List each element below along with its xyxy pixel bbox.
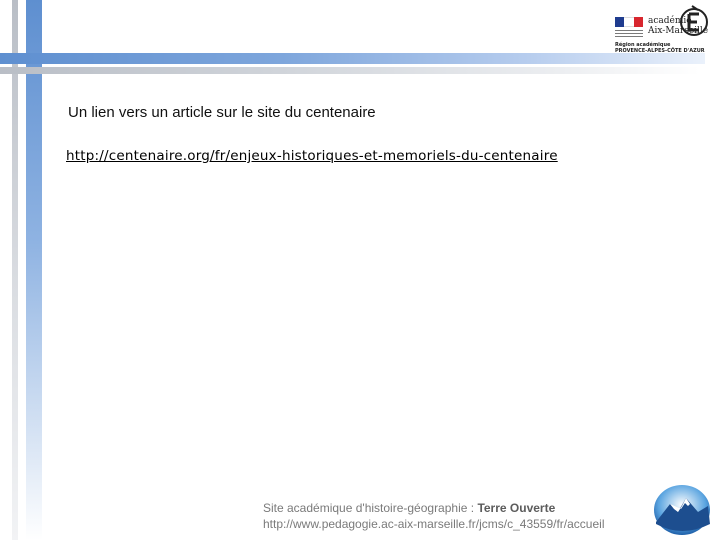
french-flag-icon	[615, 17, 643, 27]
region-name: PROVENCE-ALPES-CÔTE D'AZUR	[615, 48, 705, 54]
footer: Site académique d'histoire-géographie : …	[263, 500, 604, 532]
centenaire-link[interactable]: http://centenaire.org/fr/enjeux-historiq…	[66, 148, 558, 164]
left-blue-bar	[26, 0, 42, 540]
republique-text-lines	[615, 30, 643, 38]
footer-site-name: Terre Ouverte	[477, 501, 556, 515]
footer-url[interactable]: http://www.pedagogie.ac-aix-marseille.fr…	[263, 516, 604, 532]
top-grey-bar	[0, 67, 700, 74]
academie-logo: académie Aix-Marseille Région académique…	[612, 4, 716, 54]
left-grey-bar	[12, 0, 18, 540]
corner-gap	[18, 0, 26, 53]
intro-text: Un lien vers un article sur le site du c…	[68, 104, 376, 121]
footer-site-line: Site académique d'histoire-géographie : …	[263, 500, 604, 516]
academie-e-icon	[680, 5, 708, 36]
top-blue-bar	[0, 53, 705, 64]
footer-site-prefix: Site académique d'histoire-géographie :	[263, 501, 478, 515]
terre-ouverte-logo-icon	[654, 485, 710, 535]
